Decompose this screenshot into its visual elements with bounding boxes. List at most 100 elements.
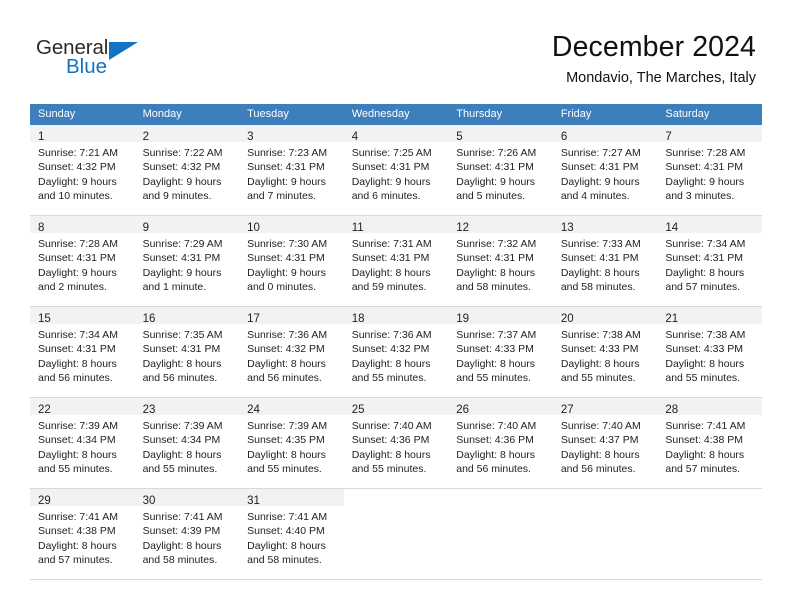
day-number: 22 [38,404,51,416]
sunset-text: Sunset: 4:40 PM [247,525,325,538]
calendar-week-row: 15 Sunrise: 7:34 AM Sunset: 4:31 PM Dayligh… [30,306,762,398]
calendar-day-cell[interactable]: 14 Sunrise: 7:34 AM Sunset: 4:31 PM Dayligh… [657,215,762,307]
calendar-day-cell[interactable]: 24 Sunrise: 7:39 AM Sunset: 4:35 PM Dayligh… [239,397,344,489]
daylight-text-line1: Daylight: 8 hours [247,448,326,461]
day-detail-lines: Sunrise: 7:34 AM Sunset: 4:31 PM Daylight:… [657,233,762,295]
sunrise-text: Sunrise: 7:25 AM [351,147,432,159]
day-detail-lines: Sunrise: 7:41 AM Sunset: 4:38 PM Daylight:… [30,506,135,568]
daylight-text-line2: and 55 minutes. [142,463,218,476]
day-number: 7 [665,131,672,143]
calendar-day-cell[interactable]: 22 Sunrise: 7:39 AM Sunset: 4:34 PM Dayligh… [30,397,135,489]
sunset-text: Sunset: 4:38 PM [665,434,744,447]
calendar-day-cell[interactable]: 7 Sunrise: 7:28 AM Sunset: 4:31 PM Daylight… [657,125,762,216]
day-number-band [553,489,658,506]
daylight-text-line2: and 55 minutes. [351,463,427,476]
calendar-day-cell[interactable]: 5 Sunrise: 7:26 AM Sunset: 4:31 PM Daylight… [448,125,553,216]
calendar-day-cell[interactable]: 30 Sunrise: 7:41 AM Sunset: 4:39 PM Dayligh… [134,488,240,580]
day-detail-lines: Sunrise: 7:35 AM Sunset: 4:31 PM Daylight:… [135,324,240,386]
title-block: December 2024 Mondavio, The Marches, Ita… [336,30,756,89]
calendar-day-cell[interactable]: 13 Sunrise: 7:33 AM Sunset: 4:31 PM Dayligh… [552,215,658,307]
calendar-day-cell[interactable]: 27 Sunrise: 7:40 AM Sunset: 4:37 PM Dayligh… [552,397,658,489]
calendar-day-cell[interactable]: 21 Sunrise: 7:38 AM Sunset: 4:33 PM Dayligh… [657,306,762,398]
day-detail-lines: Sunrise: 7:41 AM Sunset: 4:38 PM Daylight:… [657,415,762,477]
day-cell-inner [344,489,449,579]
calendar-day-cell[interactable]: 17 Sunrise: 7:36 AM Sunset: 4:32 PM Dayligh… [239,306,344,398]
calendar-day-cell[interactable]: 3 Sunrise: 7:23 AM Sunset: 4:31 PM Daylight… [239,125,344,216]
day-number: 19 [456,313,470,325]
sunrise-text: Sunrise: 7:31 AM [351,238,432,250]
day-cell-inner: 28 Sunrise: 7:41 AM Sunset: 4:38 PM Dayligh… [657,398,762,488]
day-number-band: 31 [239,489,344,507]
calendar-day-cell[interactable]: 4 Sunrise: 7:25 AM Sunset: 4:31 PM Daylight… [343,125,449,216]
day-detail-lines: Sunrise: 7:33 AM Sunset: 4:31 PM Daylight:… [553,233,658,295]
calendar-day-cell[interactable]: 28 Sunrise: 7:41 AM Sunset: 4:38 PM Dayligh… [657,397,762,489]
sunrise-text: Sunrise: 7:38 AM [665,329,746,341]
calendar-day-cell[interactable]: 23 Sunrise: 7:39 AM Sunset: 4:34 PM Dayligh… [134,397,240,489]
day-number-band: 6 [552,125,658,143]
day-detail-lines: Sunrise: 7:32 AM Sunset: 4:31 PM Daylight:… [448,233,553,295]
day-cell-inner: 13 Sunrise: 7:33 AM Sunset: 4:31 PM Dayligh… [552,216,658,306]
calendar-day-cell[interactable]: 20 Sunrise: 7:38 AM Sunset: 4:33 PM Dayligh… [552,306,658,398]
calendar-day-cell[interactable]: 29 Sunrise: 7:41 AM Sunset: 4:38 PM Dayligh… [30,488,135,580]
day-cell-inner: 12 Sunrise: 7:32 AM Sunset: 4:31 PM Dayligh… [448,216,553,306]
daylight-text-line1: Daylight: 8 hours [38,448,117,461]
day-detail-lines: Sunrise: 7:31 AM Sunset: 4:31 PM Daylight:… [344,233,449,295]
calendar-day-cell[interactable]: 31 Sunrise: 7:41 AM Sunset: 4:40 PM Dayligh… [239,488,344,580]
day-detail-lines: Sunrise: 7:39 AM Sunset: 4:34 PM Daylight:… [135,415,240,477]
day-number-band: 7 [657,125,762,143]
daylight-text-line1: Daylight: 9 hours [247,175,326,188]
day-number-band: 28 [657,398,762,416]
day-number-band: 25 [343,398,449,416]
calendar-day-cell[interactable]: 11 Sunrise: 7:31 AM Sunset: 4:31 PM Dayligh… [343,215,449,307]
sunrise-text: Sunrise: 7:37 AM [456,329,537,341]
daylight-text-line2: and 3 minutes. [665,190,735,203]
day-number: 1 [38,131,45,143]
day-detail-lines: Sunrise: 7:41 AM Sunset: 4:40 PM Daylight:… [239,506,344,568]
calendar-day-cell[interactable]: 25 Sunrise: 7:40 AM Sunset: 4:36 PM Dayligh… [343,397,449,489]
calendar-day-cell[interactable]: 26 Sunrise: 7:40 AM Sunset: 4:36 PM Dayligh… [448,397,553,489]
calendar-day-cell[interactable]: 9 Sunrise: 7:29 AM Sunset: 4:31 PM Daylight… [134,215,240,307]
calendar-day-cell[interactable]: 10 Sunrise: 7:30 AM Sunset: 4:31 PM Dayligh… [239,215,344,307]
daylight-text-line2: and 10 minutes. [38,190,113,203]
calendar-day-cell[interactable]: 1 Sunrise: 7:21 AM Sunset: 4:32 PM Daylight… [30,125,135,216]
daylight-text-line2: and 58 minutes. [456,281,531,294]
calendar-day-cell[interactable]: 16 Sunrise: 7:35 AM Sunset: 4:31 PM Dayligh… [134,306,240,398]
day-detail-lines: Sunrise: 7:40 AM Sunset: 4:37 PM Daylight:… [553,415,658,477]
daylight-text-line1: Daylight: 8 hours [665,266,745,279]
daylight-text-line1: Daylight: 8 hours [665,357,745,370]
weekday-header-thursday: Thursday [448,104,553,125]
calendar-day-cell[interactable]: 6 Sunrise: 7:27 AM Sunset: 4:31 PM Daylight… [552,125,658,216]
sunset-text: Sunset: 4:31 PM [351,161,430,174]
day-detail-lines: Sunrise: 7:30 AM Sunset: 4:31 PM Daylight:… [239,233,344,295]
day-detail-lines [553,506,658,510]
daylight-text-line2: and 56 minutes. [456,463,531,476]
calendar-day-cell[interactable]: 12 Sunrise: 7:32 AM Sunset: 4:31 PM Dayligh… [448,215,553,307]
day-number: 14 [665,222,679,234]
sunset-text: Sunset: 4:34 PM [142,434,221,447]
day-number-band: 8 [30,216,135,234]
general-blue-logo[interactable]: General Blue [36,37,156,86]
day-number-band [657,489,762,506]
sunset-text: Sunset: 4:31 PM [351,252,430,265]
day-detail-lines: Sunrise: 7:36 AM Sunset: 4:32 PM Daylight:… [344,324,449,386]
calendar-header-row: Sunday Monday Tuesday Wednesday Thursday Frid… [30,104,762,125]
sunset-text: Sunset: 4:31 PM [247,161,325,174]
calendar-day-cell[interactable]: 18 Sunrise: 7:36 AM Sunset: 4:32 PM Dayligh… [343,306,449,398]
daylight-text-line2: and 55 minutes. [665,372,741,385]
triangle-icon [109,42,138,60]
sunrise-text: Sunrise: 7:36 AM [247,329,328,341]
day-number: 30 [142,495,156,507]
daylight-text-line1: Daylight: 9 hours [38,266,117,279]
weekday-header-friday: Friday [552,104,658,125]
calendar-day-cell[interactable]: 19 Sunrise: 7:37 AM Sunset: 4:33 PM Dayligh… [448,306,553,398]
sunrise-text: Sunrise: 7:34 AM [665,238,746,250]
sunset-text: Sunset: 4:31 PM [560,252,639,265]
day-number: 23 [142,404,156,416]
sunset-text: Sunset: 4:32 PM [38,161,116,174]
daylight-text-line1: Daylight: 8 hours [456,266,536,279]
calendar-day-cell[interactable]: 15 Sunrise: 7:34 AM Sunset: 4:31 PM Dayligh… [30,306,135,398]
calendar-day-cell[interactable]: 2 Sunrise: 7:22 AM Sunset: 4:32 PM Daylight… [134,125,240,216]
calendar-day-cell[interactable]: 8 Sunrise: 7:28 AM Sunset: 4:31 PM Daylight… [30,215,135,307]
day-detail-lines: Sunrise: 7:26 AM Sunset: 4:31 PM Daylight:… [448,142,553,204]
sunset-text: Sunset: 4:35 PM [247,434,325,447]
